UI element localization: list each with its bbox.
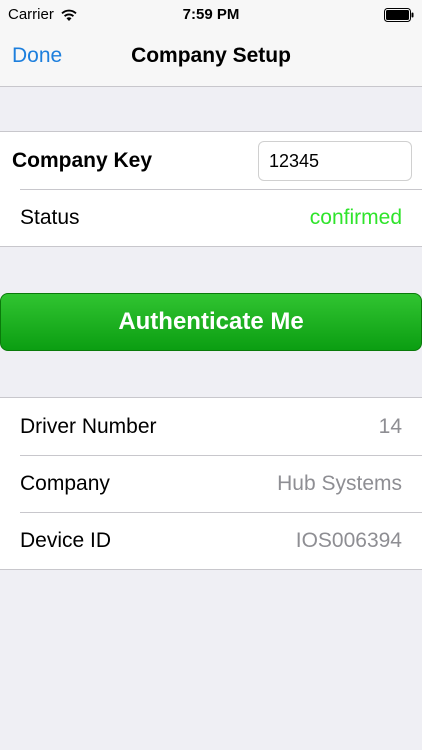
driver-number-label: Driver Number bbox=[20, 415, 157, 438]
device-id-row: Device ID IOS006394 bbox=[0, 512, 422, 569]
status-bar: Carrier 7:59 PM bbox=[0, 0, 422, 30]
company-section: Company Key Status confirmed bbox=[0, 131, 422, 247]
device-id-label: Device ID bbox=[20, 529, 112, 552]
status-row: Status confirmed bbox=[0, 189, 422, 246]
company-label: Company bbox=[20, 472, 110, 495]
driver-number-row: Driver Number 14 bbox=[0, 398, 422, 455]
authenticate-button[interactable]: Authenticate Me bbox=[0, 293, 422, 351]
company-key-input[interactable] bbox=[258, 141, 412, 181]
company-value: Hub Systems bbox=[277, 472, 402, 495]
info-section: Driver Number 14 Company Hub Systems Dev… bbox=[0, 397, 422, 570]
navigation-bar: Done Company Setup bbox=[0, 30, 422, 87]
status-label: Status bbox=[20, 206, 80, 229]
status-value: confirmed bbox=[309, 206, 402, 229]
battery-icon bbox=[384, 8, 414, 22]
driver-number-value: 14 bbox=[378, 415, 402, 438]
status-time: 7:59 PM bbox=[182, 6, 240, 23]
company-key-row: Company Key bbox=[0, 132, 422, 189]
device-id-value: IOS006394 bbox=[295, 529, 402, 552]
company-key-label: Company Key bbox=[12, 149, 153, 172]
page-title: Company Setup bbox=[131, 44, 291, 67]
company-row: Company Hub Systems bbox=[0, 455, 422, 512]
